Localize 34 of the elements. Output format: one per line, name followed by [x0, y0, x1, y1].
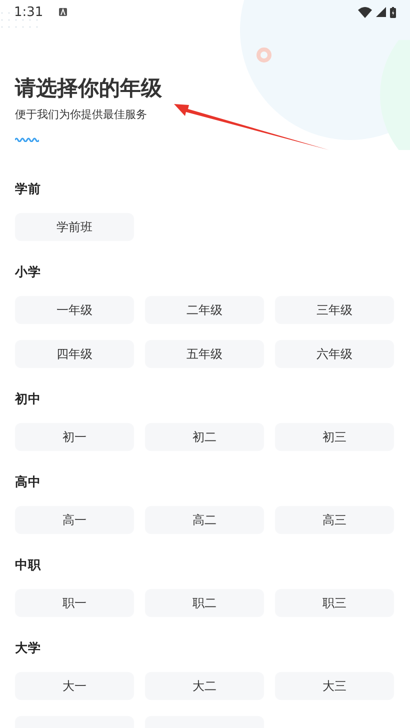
section-title: 学前 — [15, 180, 42, 198]
section-title: 大学 — [15, 639, 42, 657]
grade-button[interactable]: 高一 — [15, 506, 134, 534]
grade-button[interactable]: 五年级 — [145, 340, 264, 368]
grade-button[interactable]: 高二 — [145, 506, 264, 534]
grade-button[interactable]: 职三 — [275, 589, 394, 617]
section-title: 小学 — [15, 263, 42, 281]
section-title: 中职 — [15, 556, 42, 574]
notification-icon — [59, 8, 68, 16]
grade-button[interactable]: 一年级 — [15, 296, 134, 324]
page-subtitle: 便于我们为你提供最佳服务 — [15, 107, 148, 123]
grade-button[interactable]: 大三 — [275, 672, 394, 700]
grade-button[interactable]: 四年级 — [15, 340, 134, 368]
grade-button[interactable]: 大二 — [145, 672, 264, 700]
wifi-icon — [358, 6, 372, 18]
grade-button[interactable]: 初二 — [145, 423, 264, 451]
grade-button[interactable]: 初三 — [275, 423, 394, 451]
signal-icon — [376, 7, 386, 17]
wave-decoration — [15, 137, 39, 142]
grade-button[interactable]: 三年级 — [275, 296, 394, 324]
section-title: 初中 — [15, 390, 42, 408]
page-title: 请选择你的年级 — [15, 75, 163, 102]
ring-icon — [256, 47, 272, 63]
grade-button[interactable]: 二年级 — [145, 296, 264, 324]
status-time: 1:31 — [14, 4, 44, 20]
grade-button[interactable]: 职二 — [145, 589, 264, 617]
battery-icon — [390, 6, 396, 18]
grade-button[interactable]: 职一 — [15, 589, 134, 617]
grade-button[interactable]: 大一 — [15, 672, 134, 700]
section-title: 高中 — [15, 473, 42, 491]
grade-button[interactable]: 高三 — [275, 506, 394, 534]
grade-button[interactable]: 初一 — [15, 423, 134, 451]
grade-button[interactable]: 学前班 — [15, 213, 134, 241]
grade-button[interactable]: 六年级 — [275, 340, 394, 368]
